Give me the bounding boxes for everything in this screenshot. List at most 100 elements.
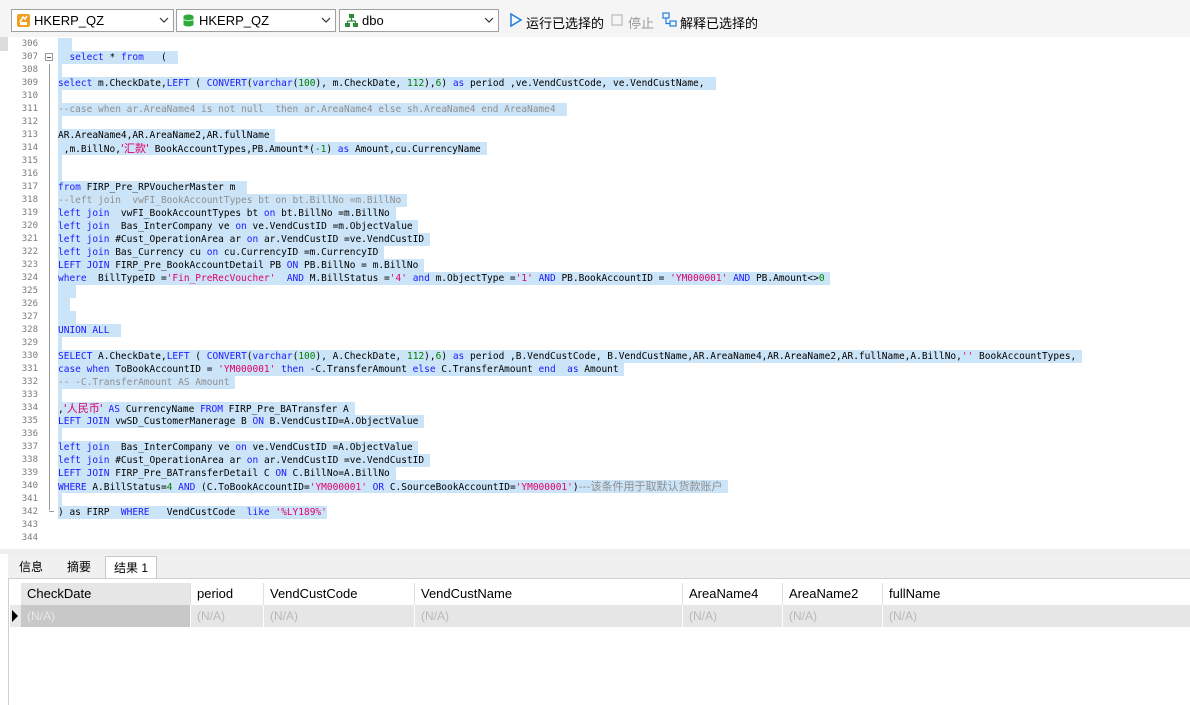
line-number: 322: [21, 247, 38, 257]
line-number: 307: [21, 52, 38, 62]
code-line-317: from FIRP_Pre_RPVoucherMaster m: [58, 181, 247, 194]
code-line-314: ,m.BillNo,'汇款' BookAccountTypes,PB.Amoun…: [58, 142, 487, 155]
current-row-arrow-icon: [12, 610, 18, 622]
fold-toggle-icon[interactable]: [45, 53, 53, 61]
chevron-down-icon: [484, 17, 494, 23]
result-grid[interactable]: CheckDate period VendCustCode VendCustNa…: [8, 579, 1190, 705]
code-line-323: LEFT JOIN FIRP_Pre_BookAccountDetail PB …: [58, 259, 425, 272]
schema-select[interactable]: dbo: [339, 9, 499, 32]
line-number: 321: [21, 234, 38, 244]
line-number: 328: [21, 325, 38, 335]
line-number: 309: [21, 78, 38, 88]
line-number: 324: [21, 273, 38, 283]
line-number: 338: [21, 455, 38, 465]
line-number: 329: [21, 338, 38, 348]
column-header-fullname[interactable]: fullName: [883, 583, 1190, 605]
code-line-335: LEFT JOIN vwSD_CustomerManerage B ON B.V…: [58, 415, 425, 428]
result-tabs: 信息 摘要 结果 1: [8, 554, 1190, 579]
code-line-330: SELECT A.CheckDate,LEFT ( CONVERT(varcha…: [58, 350, 1083, 363]
code-line-306: [58, 38, 72, 51]
line-number: 331: [21, 364, 38, 374]
explain-selected-label: 解释已选择的: [680, 16, 759, 31]
explain-selected-button[interactable]: 解释已选择的: [662, 11, 758, 31]
play-icon: [510, 12, 523, 28]
column-header-period[interactable]: period: [191, 583, 264, 605]
code-line-328: UNION ALL: [58, 324, 121, 337]
column-header-checkdate[interactable]: CheckDate: [21, 583, 191, 605]
sql-editor[interactable]: 306 307 308 309 310 311 312 313 314 315 …: [0, 37, 1190, 549]
line-number: 332: [21, 377, 38, 387]
line-number: 312: [21, 117, 38, 127]
line-number: 343: [21, 520, 38, 530]
tab-info[interactable]: 信息: [10, 556, 52, 578]
line-number: 336: [21, 429, 38, 439]
connection-value: HKERP_QZ: [34, 13, 105, 28]
column-header-vendcustcode[interactable]: VendCustCode: [264, 583, 415, 605]
code-line-332: -- -C.TransferAmount AS Amount: [58, 376, 236, 389]
code-line-339: LEFT JOIN FIRP_Pre_BATransferDetail C ON…: [58, 467, 396, 480]
database-select[interactable]: HKERP_QZ: [176, 9, 336, 32]
line-number: 344: [21, 533, 38, 543]
code-line-333: [58, 389, 62, 402]
line-number: 314: [21, 143, 38, 153]
code-line-310: [58, 90, 62, 103]
cell-fullname[interactable]: (N/A): [883, 605, 1190, 627]
code-line-319: left join vwFI_BookAccountTypes bt on bt…: [58, 207, 396, 220]
stop-button[interactable]: 停止: [610, 11, 655, 31]
line-number: 340: [21, 481, 38, 491]
fold-end: [49, 511, 54, 512]
tab-result-1[interactable]: 结果 1: [105, 556, 157, 578]
column-header-vendcustname[interactable]: VendCustName: [415, 583, 683, 605]
line-number: 342: [21, 507, 38, 517]
code-line-337: left join Bas_InterCompany ve on ve.Vend…: [58, 441, 419, 454]
line-number: 335: [21, 416, 38, 426]
cell-vendcustcode[interactable]: (N/A): [264, 605, 415, 627]
column-header-areaname2[interactable]: AreaName2: [783, 583, 883, 605]
line-number: 339: [21, 468, 38, 478]
code-line-340: WHERE A.BillStatus=4 AND (C.ToBookAccoun…: [58, 480, 729, 493]
line-number: 323: [21, 260, 38, 270]
line-number: 334: [21, 403, 38, 413]
line-number: 311: [21, 104, 38, 114]
toolbar: HKERP_QZ HKERP_QZ dbo 运行已选择的 停止 解释已选择的: [0, 0, 1190, 40]
run-selected-label: 运行已选择的: [526, 16, 605, 31]
explain-icon: [662, 12, 677, 27]
cell-areaname4[interactable]: (N/A): [683, 605, 783, 627]
line-number: 341: [21, 494, 38, 504]
code-line-313: AR.AreaName4,AR.AreaName2,AR.fullName: [58, 129, 276, 142]
connection-icon: [17, 14, 30, 27]
run-selected-button[interactable]: 运行已选择的: [508, 11, 605, 31]
code-line-312: [58, 116, 62, 129]
code-line-327: [58, 311, 76, 324]
code-line-315: [58, 155, 62, 168]
tab-summary[interactable]: 摘要: [56, 556, 102, 578]
code-line-336: [58, 428, 62, 441]
code-line-342: ) as FIRP WHERE VendCustCode like '%LY18…: [58, 506, 327, 519]
fold-line: [49, 64, 50, 510]
code-line-341: [58, 493, 62, 506]
code-line-307: select * from (: [58, 51, 179, 64]
code-line-318: --left join vwFI_BookAccountTypes bt on …: [58, 194, 407, 207]
connection-select[interactable]: HKERP_QZ: [11, 9, 174, 32]
code-line-321: left join #Cust_OperationArea ar on ar.V…: [58, 233, 430, 246]
code-line-324: where BillTypeID ='Fin_PreRecVoucher' AN…: [58, 272, 831, 285]
chevron-down-icon: [321, 17, 331, 23]
line-number: 337: [21, 442, 38, 452]
line-number: 308: [21, 65, 38, 75]
code-line-309: select m.CheckDate,LEFT ( CONVERT(varcha…: [58, 77, 716, 90]
code-line-334: ,'人民币' AS CurrencyName FROM FIRP_Pre_BAT…: [58, 402, 355, 415]
cell-period[interactable]: (N/A): [191, 605, 264, 627]
column-header-areaname4[interactable]: AreaName4: [683, 583, 783, 605]
line-number: 317: [21, 182, 38, 192]
line-number: 327: [21, 312, 38, 322]
cell-vendcustname[interactable]: (N/A): [415, 605, 683, 627]
code-line-338: left join #Cust_OperationArea ar on ar.V…: [58, 454, 430, 467]
code-line-325: [58, 285, 76, 298]
cell-checkdate[interactable]: (N/A): [21, 605, 191, 627]
stop-icon: [611, 14, 623, 26]
line-number: 313: [21, 130, 38, 140]
line-number: 306: [21, 39, 38, 49]
line-number: 310: [21, 91, 38, 101]
cell-areaname2[interactable]: (N/A): [783, 605, 883, 627]
line-number: 316: [21, 169, 38, 179]
